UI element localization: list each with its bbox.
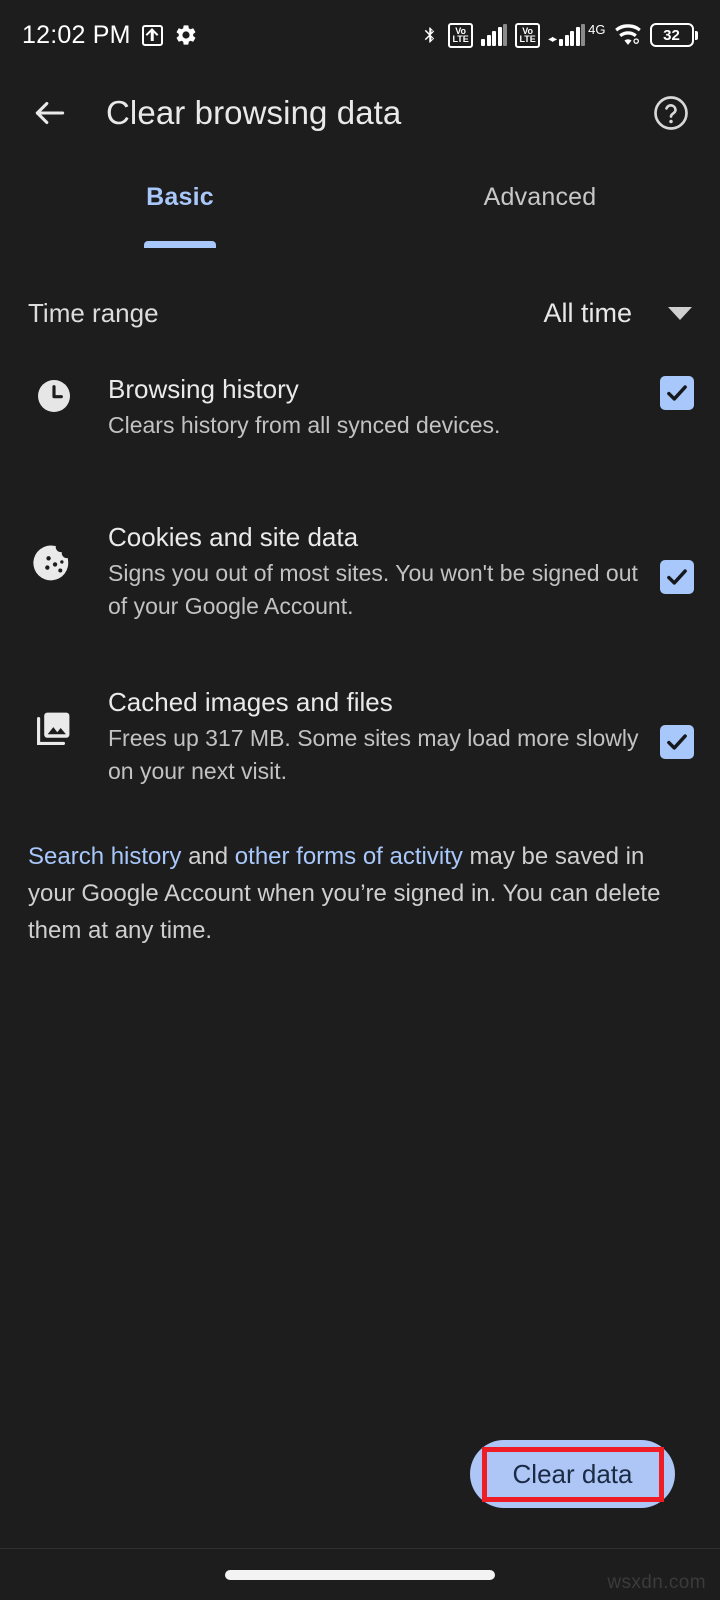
help-circle-icon[interactable] [648, 90, 694, 136]
battery-level: 32 [649, 23, 694, 47]
footnote: Search history and other forms of activi… [0, 838, 720, 949]
volte-icon-2: Vo LTE [515, 22, 541, 48]
option-browsing-history[interactable]: Browsing history Clears history from all… [0, 372, 720, 458]
watermark: wsxdn.com [607, 1572, 706, 1593]
volte-bottom-2: LTE [519, 34, 536, 44]
tab-basic-label: Basic [146, 183, 214, 211]
time-range-select[interactable]: All time [543, 298, 692, 329]
tab-active-indicator [144, 241, 216, 248]
checkbox-cached-images-files[interactable] [660, 725, 694, 759]
time-range-value: All time [543, 297, 632, 328]
battery-cap [695, 30, 698, 40]
tab-basic[interactable]: Basic [0, 170, 360, 248]
tab-bar: Basic Advanced [0, 170, 720, 248]
option-text: Cookies and site data Signs you out of m… [82, 520, 660, 623]
other-forms-of-activity-link[interactable]: other forms of activity [235, 843, 463, 870]
volte-bottom: LTE [452, 34, 469, 44]
checkbox-cookies-site-data[interactable] [660, 560, 694, 594]
tab-advanced[interactable]: Advanced [360, 170, 720, 248]
wifi-icon [614, 23, 642, 47]
volte-icon: Vo LTE [448, 22, 474, 48]
signal-icon [481, 24, 508, 46]
network-label: 4G [588, 22, 606, 37]
phone-screen: 12:02 PM Vo LTE Vo LTE ◂▸ 4G 32 Clear br… [0, 0, 720, 1600]
status-bar: 12:02 PM Vo LTE Vo LTE ◂▸ 4G 32 [0, 0, 720, 70]
cookie-icon [26, 520, 82, 584]
option-cached-images-files[interactable]: Cached images and files Frees up 317 MB.… [0, 685, 720, 788]
time-range-label: Time range [28, 297, 159, 328]
data-arrows: ◂▸ [548, 34, 557, 45]
photo-library-icon [26, 685, 82, 749]
option-text: Browsing history Clears history from all… [82, 372, 660, 442]
checkbox-browsing-history[interactable] [660, 376, 694, 410]
highlight-annotation [482, 1447, 664, 1502]
chevron-down-icon[interactable] [668, 306, 692, 320]
cta-area: Clear data [0, 1434, 720, 1554]
status-bar-right: Vo LTE Vo LTE ◂▸ 4G 32 [420, 22, 698, 48]
option-title: Browsing history [108, 374, 299, 404]
status-bar-left: 12:02 PM [22, 21, 198, 50]
option-description: Frees up 317 MB. Some sites may load mor… [108, 725, 639, 784]
option-description: Signs you out of most sites. You won't b… [108, 560, 638, 619]
option-title: Cookies and site data [108, 522, 359, 552]
clock-icon [26, 372, 82, 416]
back-arrow-icon[interactable] [26, 89, 74, 137]
option-cookies-site-data[interactable]: Cookies and site data Signs you out of m… [0, 520, 720, 623]
bluetooth-icon [420, 22, 440, 48]
footnote-mid: and [181, 843, 235, 870]
app-bar: Clear browsing data [0, 72, 720, 154]
upload-icon [141, 24, 163, 46]
gear-icon [174, 23, 198, 47]
option-text: Cached images and files Frees up 317 MB.… [82, 685, 660, 788]
4g-signal-icon: ◂▸ 4G [548, 22, 606, 46]
search-history-link[interactable]: Search history [28, 843, 181, 870]
home-indicator[interactable] [225, 1569, 495, 1580]
option-description: Clears history from all synced devices. [108, 412, 501, 438]
time-range-row[interactable]: Time range All time [0, 282, 720, 344]
battery-icon: 32 [649, 23, 698, 47]
clear-options-list: Browsing history Clears history from all… [0, 372, 720, 788]
option-title: Cached images and files [108, 687, 393, 717]
page-title: Clear browsing data [106, 94, 402, 131]
status-clock: 12:02 PM [22, 20, 131, 49]
tab-advanced-label: Advanced [483, 183, 597, 211]
